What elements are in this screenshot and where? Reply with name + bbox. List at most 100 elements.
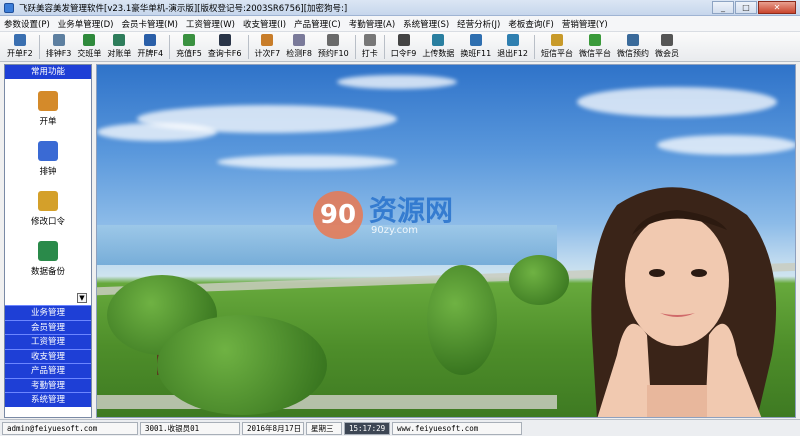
status-bar: admin@feiyuesoft.com 3001.收银员01 2016年8月1… — [0, 419, 800, 436]
nav-wages[interactable]: 工资管理 — [5, 334, 91, 349]
status-date: 2016年8月17日 — [242, 421, 304, 435]
window-title: 飞跃美容美发管理软件[v23.1豪华单机-演示版][版权登记号:2003SR67… — [19, 3, 348, 14]
left-item-open-bill[interactable]: 开单 — [5, 91, 91, 127]
tree — [157, 315, 327, 415]
left-item-data-backup[interactable]: 数据备份 — [5, 241, 91, 277]
status-time: 15:17:29 — [344, 421, 390, 435]
nav-attendance[interactable]: 考勤管理 — [5, 377, 91, 392]
menu-wages[interactable]: 工资管理(W) — [182, 18, 239, 30]
exit-button[interactable]: 退出F12 — [494, 32, 531, 59]
pencil-paper-icon — [38, 91, 58, 111]
exit-icon — [506, 34, 519, 46]
toolbar-separator — [354, 35, 356, 59]
cloud — [337, 75, 457, 89]
key-icon — [397, 34, 410, 46]
status-email: admin@feiyuesoft.com — [2, 421, 138, 435]
reservation-button[interactable]: 预约F10 — [315, 32, 352, 59]
ledger-icon — [113, 34, 126, 46]
menu-attendance[interactable]: 考勤管理(A) — [345, 18, 399, 30]
common-functions-header: 常用功能 — [5, 65, 91, 79]
nav-products[interactable]: 产品管理 — [5, 363, 91, 378]
nav-members[interactable]: 会员管理 — [5, 319, 91, 334]
open-bill-button[interactable]: 开单F2 — [4, 32, 36, 59]
member-icon — [660, 34, 673, 46]
wechat-platform-button[interactable]: 微信平台 — [576, 32, 614, 59]
menu-boss-query[interactable]: 老板查询(F) — [504, 18, 558, 30]
needle-icon — [293, 34, 306, 46]
pen-icon — [52, 34, 65, 46]
menu-parameters[interactable]: 参数设置(P) — [0, 18, 54, 30]
wechat-booking-icon — [626, 34, 639, 46]
document-icon — [327, 34, 340, 46]
bill-icon — [13, 34, 26, 46]
grid-icon — [144, 34, 157, 46]
toolbar-separator — [533, 35, 535, 59]
cloud — [577, 87, 777, 117]
upload-data-button[interactable]: 上传数据 — [419, 32, 457, 59]
status-operator: 3001.收银员01 — [140, 421, 240, 435]
counter-icon — [261, 34, 274, 46]
main-background: 90 资源网 90zy.com — [96, 64, 796, 418]
nav-business[interactable]: 业务管理 — [5, 305, 91, 320]
tree — [427, 265, 497, 375]
switch-shift-button[interactable]: 换班F11 — [457, 32, 494, 59]
clock-in-button[interactable]: 打卡 — [359, 32, 381, 59]
statement-button[interactable]: 对账单 — [104, 32, 134, 59]
backup-icon — [38, 241, 58, 261]
menu-marketing[interactable]: 营销管理(Y) — [558, 18, 612, 30]
cloud — [97, 123, 217, 141]
left-panel: 常用功能 开单 排钟 修改口令 数据备份 ▼ 业务管理 会员管理 工资管理 收支… — [4, 64, 92, 418]
query-card-button[interactable]: 查询卡F6 — [205, 32, 245, 59]
watermark-subtext: 90zy.com — [371, 225, 419, 236]
menu-bar: 参数设置(P) 业务单管理(D) 会员卡管理(M) 工资管理(W) 收支管理(I… — [0, 16, 800, 32]
nav-system[interactable]: 系统管理 — [5, 392, 91, 407]
toolbar-separator — [383, 35, 385, 59]
open-card-button[interactable]: 开牌F4 — [134, 32, 166, 59]
users-key-icon — [38, 191, 58, 211]
watermark-logo: 90 — [313, 191, 363, 239]
watermark: 90 资源网 90zy.com — [313, 187, 493, 247]
clock-icon — [363, 34, 376, 46]
close-button[interactable]: ✕ — [758, 1, 796, 14]
password-button[interactable]: 口令F9 — [388, 32, 420, 59]
cloud — [657, 135, 795, 155]
menu-analysis[interactable]: 经营分析(J) — [453, 18, 504, 30]
schedule-icon — [38, 141, 58, 161]
menu-system[interactable]: 系统管理(S) — [399, 18, 453, 30]
minimize-button[interactable]: _ — [712, 1, 734, 14]
road — [97, 395, 557, 409]
title-bar: 飞跃美容美发管理软件[v23.1豪华单机-演示版][版权登记号:2003SR67… — [0, 0, 800, 16]
nav-income-expense[interactable]: 收支管理 — [5, 348, 91, 363]
maximize-button[interactable]: □ — [735, 1, 757, 14]
toolbar-separator — [247, 35, 249, 59]
micro-member-button[interactable]: 微会员 — [652, 32, 682, 59]
wechat-icon — [588, 34, 601, 46]
schedule-button[interactable]: 排钟F3 — [43, 32, 75, 59]
model-portrait — [591, 187, 777, 417]
inspect-button[interactable]: 检测F8 — [283, 32, 315, 59]
toolbar: 开单F2 排钟F3 交班单 对账单 开牌F4 充值F5 查询卡F6 计次F7 检… — [0, 32, 800, 62]
left-item-change-password[interactable]: 修改口令 — [5, 191, 91, 227]
toolbar-separator — [38, 35, 40, 59]
watermark-text: 资源网 — [369, 194, 454, 227]
sms-platform-button[interactable]: 短信平台 — [538, 32, 576, 59]
left-item-schedule[interactable]: 排钟 — [5, 141, 91, 177]
shift-report-button[interactable]: 交班单 — [74, 32, 104, 59]
cloud — [217, 155, 397, 169]
wechat-booking-button[interactable]: 微信预约 — [614, 32, 652, 59]
window-controls: _ □ ✕ — [711, 1, 796, 14]
scroll-down-arrow[interactable]: ▼ — [77, 293, 87, 303]
recharge-button[interactable]: 充值F5 — [173, 32, 205, 59]
menu-business-orders[interactable]: 业务单管理(D) — [54, 18, 118, 30]
status-website: www.feiyuesoft.com — [392, 421, 522, 435]
menu-income-expense[interactable]: 收支管理(I) — [239, 18, 290, 30]
coin-bag-icon — [182, 34, 195, 46]
count-button[interactable]: 计次F7 — [252, 32, 284, 59]
status-weekday: 星期三 — [306, 421, 342, 435]
app-icon — [4, 2, 14, 13]
common-functions-list: 开单 排钟 修改口令 数据备份 ▼ — [5, 79, 91, 305]
upload-icon — [432, 34, 445, 46]
menu-products[interactable]: 产品管理(C) — [290, 18, 345, 30]
toolbar-separator — [169, 35, 171, 59]
menu-member-cards[interactable]: 会员卡管理(M) — [117, 18, 181, 30]
